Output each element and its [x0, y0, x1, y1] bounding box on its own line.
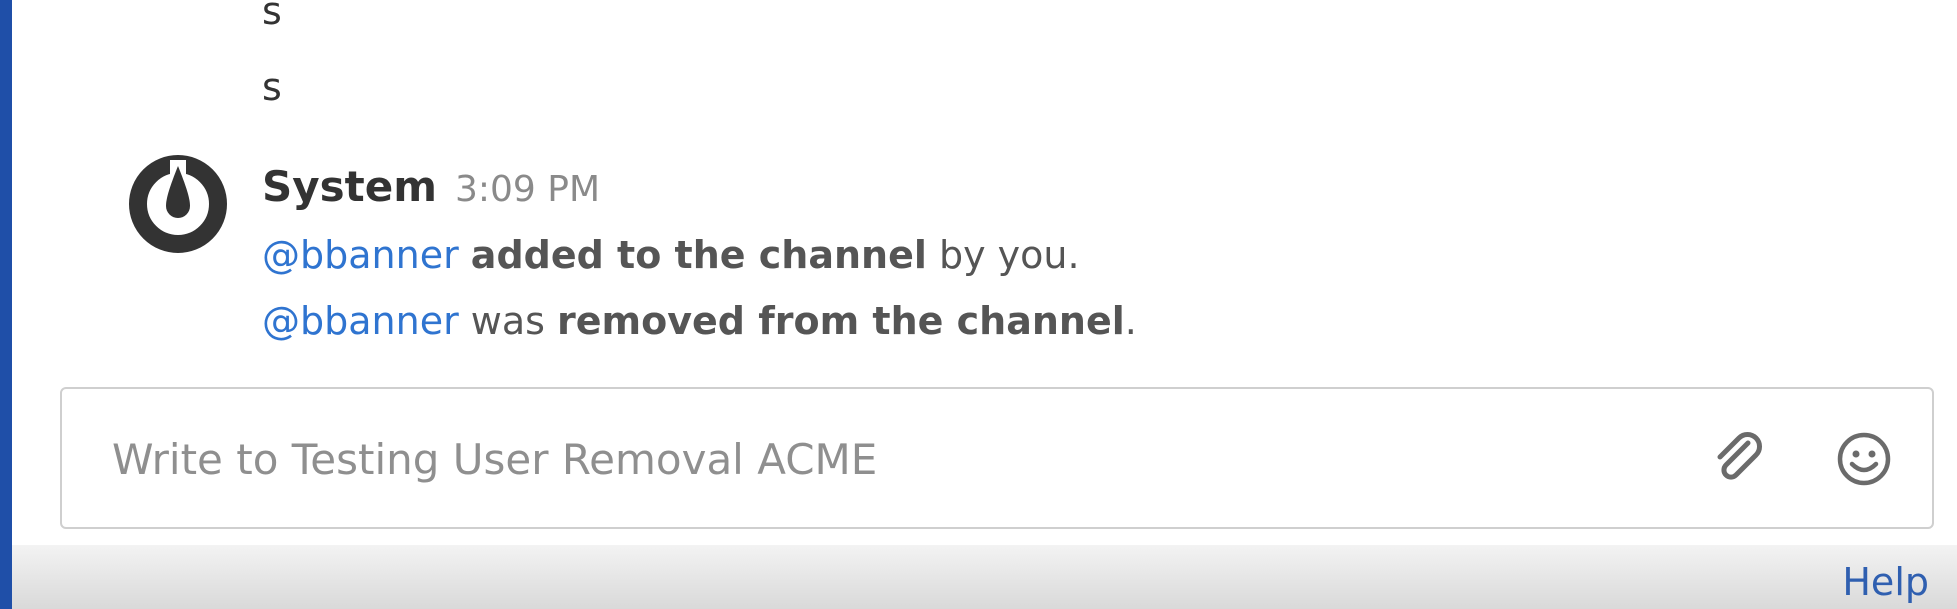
message-bold-text: removed from the channel [557, 299, 1125, 343]
system-message-added: @bbanner added to the channel by you. [262, 236, 1080, 274]
message-text: was [458, 299, 558, 343]
help-link[interactable]: Help [1842, 560, 1929, 604]
message-text: s [262, 0, 282, 33]
message-text: . [1124, 299, 1137, 343]
message-composer [60, 387, 1934, 529]
post-timestamp[interactable]: 3:09 PM [455, 169, 600, 210]
user-mention-link[interactable]: @bbanner [262, 299, 459, 343]
message-text: by you. [926, 233, 1080, 277]
system-avatar-icon [129, 155, 227, 253]
post-header: System 3:09 PM [262, 166, 600, 208]
system-message-removed: @bbanner was removed from the channel. [262, 302, 1137, 340]
sidebar-edge [0, 0, 12, 609]
user-mention-link[interactable]: @bbanner [262, 233, 459, 277]
smiley-icon[interactable] [1834, 429, 1894, 489]
message-text: s [262, 65, 282, 109]
paperclip-icon[interactable] [1708, 429, 1768, 489]
post-username[interactable]: System [262, 162, 437, 211]
message-input[interactable] [110, 389, 1714, 529]
footer-bar [12, 545, 1957, 609]
message-bold-text: added to the channel [470, 233, 927, 277]
